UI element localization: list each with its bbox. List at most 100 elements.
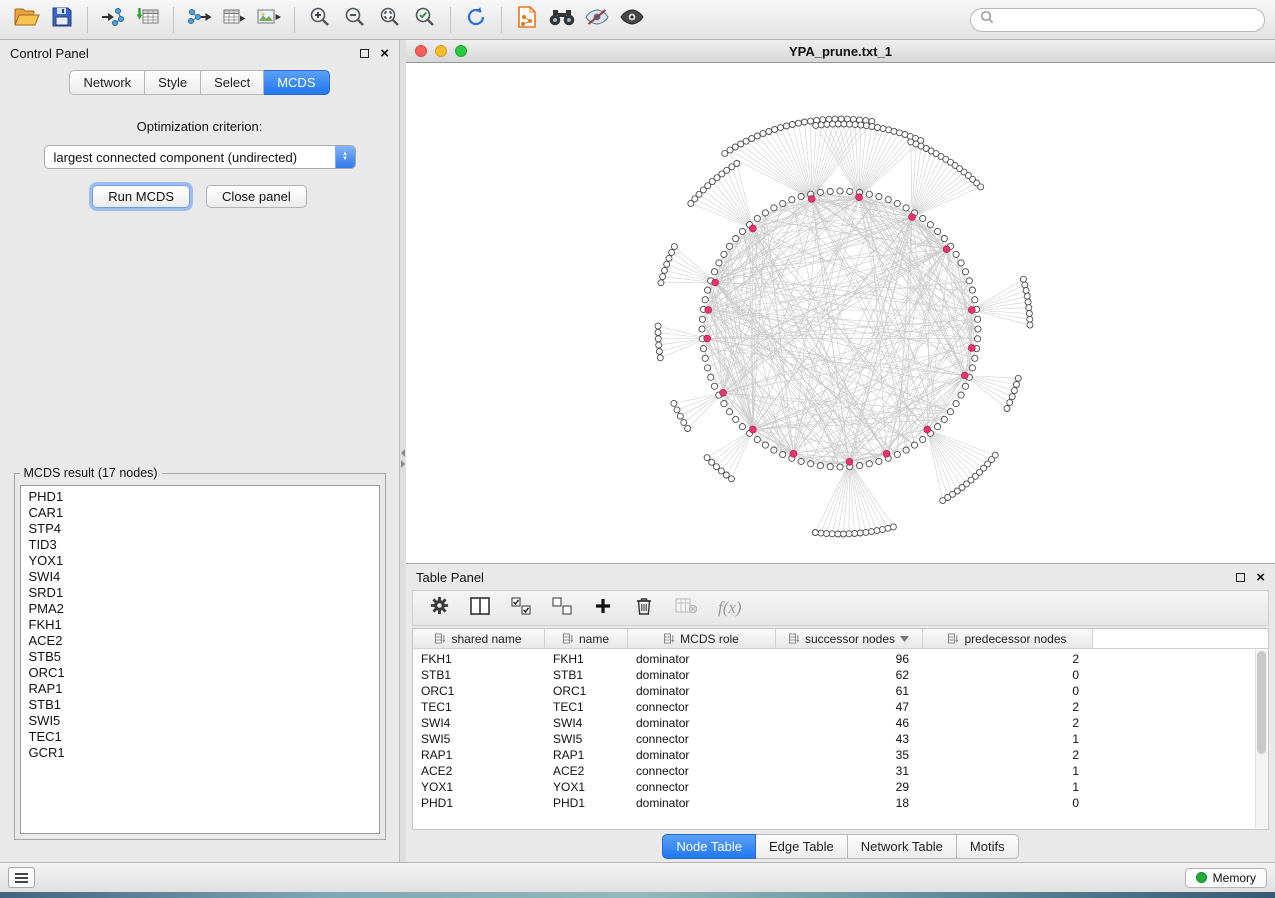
mcds-result-item[interactable]: CAR1 [21, 505, 379, 521]
graph-leaf-node[interactable] [754, 133, 760, 139]
mcds-result-item[interactable]: PMA2 [21, 601, 379, 617]
graph-leaf-node[interactable] [718, 468, 724, 474]
float-panel-icon[interactable] [360, 49, 369, 58]
graph-ring-node[interactable] [935, 228, 941, 234]
graph-leaf-node[interactable] [880, 126, 886, 132]
graph-leaf-node[interactable] [772, 127, 778, 133]
graph-leaf-node[interactable] [658, 280, 664, 286]
show-panels-button[interactable] [8, 867, 35, 888]
graph-ring-node[interactable] [771, 447, 777, 453]
graph-leaf-node[interactable] [789, 122, 795, 128]
table-tab-network-table[interactable]: Network Table [848, 834, 957, 859]
graph-ring-node[interactable] [958, 260, 964, 266]
graph-leaf-node[interactable] [1022, 282, 1028, 288]
graph-dominator-node[interactable] [883, 450, 890, 457]
table-row[interactable]: TEC1TEC1connector472 [413, 699, 1268, 715]
mcds-result-item[interactable]: GCR1 [21, 745, 379, 761]
graph-ring-node[interactable] [885, 197, 891, 203]
graph-leaf-node[interactable] [1015, 375, 1021, 381]
column-header-shared-name[interactable]: shared name [413, 629, 545, 648]
delete-row-button[interactable] [634, 596, 654, 620]
graph-ring-node[interactable] [947, 409, 953, 415]
close-table-panel-icon[interactable]: × [1256, 570, 1265, 585]
table-row[interactable]: PHD1PHD1dominator180 [413, 795, 1268, 811]
zoom-selected-button[interactable] [408, 4, 442, 36]
graph-leaf-node[interactable] [1023, 288, 1029, 294]
graph-dominator-node[interactable] [846, 458, 853, 465]
refresh-button[interactable] [459, 4, 493, 36]
graph-ring-node[interactable] [754, 215, 760, 221]
graph-leaf-node[interactable] [795, 120, 801, 126]
graph-dominator-node[interactable] [961, 372, 968, 379]
mcds-result-item[interactable]: YOX1 [21, 553, 379, 569]
graph-leaf-node[interactable] [840, 531, 846, 537]
graph-leaf-node[interactable] [783, 123, 789, 129]
graph-leaf-node[interactable] [656, 349, 662, 355]
graph-dominator-node[interactable] [924, 426, 931, 433]
graph-ring-node[interactable] [711, 269, 717, 275]
graph-ring-node[interactable] [927, 222, 933, 228]
table-row[interactable]: ORC1ORC1dominator610 [413, 683, 1268, 699]
zoom-in-button[interactable] [303, 4, 337, 36]
graph-leaf-node[interactable] [824, 531, 830, 537]
graph-ring-node[interactable] [754, 436, 760, 442]
graph-ring-node[interactable] [962, 383, 968, 389]
graph-ring-node[interactable] [789, 197, 795, 203]
export-image-button[interactable] [252, 4, 286, 36]
graph-dominator-node[interactable] [704, 335, 711, 342]
open-file-button[interactable] [10, 4, 44, 36]
graph-ring-node[interactable] [699, 316, 705, 322]
export-table-button[interactable] [217, 4, 251, 36]
mcds-result-item[interactable]: SRD1 [21, 585, 379, 601]
graph-ring-node[interactable] [866, 191, 872, 197]
mcds-result-item[interactable]: SWI4 [21, 569, 379, 585]
graph-ring-node[interactable] [975, 326, 981, 332]
graph-leaf-node[interactable] [655, 336, 661, 342]
table-row[interactable]: ACE2ACE2connector311 [413, 763, 1268, 779]
panel-splitter[interactable] [400, 40, 406, 862]
table-row[interactable]: RAP1RAP1dominator352 [413, 747, 1268, 763]
graph-ring-node[interactable] [876, 458, 882, 464]
graph-ring-node[interactable] [894, 200, 900, 206]
zoom-fit-button[interactable] [373, 4, 407, 36]
graph-ring-node[interactable] [903, 205, 909, 211]
table-row[interactable]: YOX1YOX1connector291 [413, 779, 1268, 795]
graph-leaf-node[interactable] [723, 472, 729, 478]
graph-ring-node[interactable] [771, 205, 777, 211]
tab-network[interactable]: Network [69, 70, 145, 95]
hide-graphics-details-button[interactable] [580, 4, 614, 36]
table-tab-edge-table[interactable]: Edge Table [756, 834, 848, 859]
graph-leaf-node[interactable] [813, 122, 819, 128]
graph-leaf-node[interactable] [841, 121, 847, 127]
graph-ring-node[interactable] [912, 442, 918, 448]
graph-leaf-node[interactable] [734, 161, 740, 167]
graph-leaf-node[interactable] [1011, 388, 1017, 394]
table-row[interactable]: STB1STB1dominator620 [413, 667, 1268, 683]
graph-ring-node[interactable] [721, 401, 727, 407]
graph-ring-node[interactable] [975, 316, 981, 322]
graph-leaf-node[interactable] [1027, 316, 1033, 322]
graph-dominator-node[interactable] [790, 450, 797, 457]
graph-dominator-node[interactable] [856, 194, 863, 201]
mcds-result-item[interactable]: TEC1 [21, 729, 379, 745]
graph-ring-node[interactable] [920, 436, 926, 442]
graph-leaf-node[interactable] [669, 249, 675, 255]
graph-leaf-node[interactable] [674, 407, 680, 413]
graph-ring-node[interactable] [837, 464, 843, 470]
graph-ring-node[interactable] [700, 346, 706, 352]
graph-dominator-node[interactable] [968, 345, 975, 352]
graph-leaf-node[interactable] [1014, 382, 1020, 388]
graph-ring-node[interactable] [798, 194, 804, 200]
graph-leaf-node[interactable] [685, 426, 691, 432]
graph-leaf-node[interactable] [1004, 406, 1010, 412]
graph-leaf-node[interactable] [655, 323, 661, 329]
network-canvas[interactable] [406, 63, 1275, 563]
graph-ring-node[interactable] [935, 424, 941, 430]
graph-leaf-node[interactable] [818, 122, 824, 128]
graph-leaf-node[interactable] [812, 530, 818, 536]
mcds-result-item[interactable]: RAP1 [21, 681, 379, 697]
graph-leaf-node[interactable] [808, 118, 814, 124]
graph-dominator-node[interactable] [720, 389, 727, 396]
graph-leaf-node[interactable] [743, 138, 749, 144]
graph-ring-node[interactable] [702, 297, 708, 303]
